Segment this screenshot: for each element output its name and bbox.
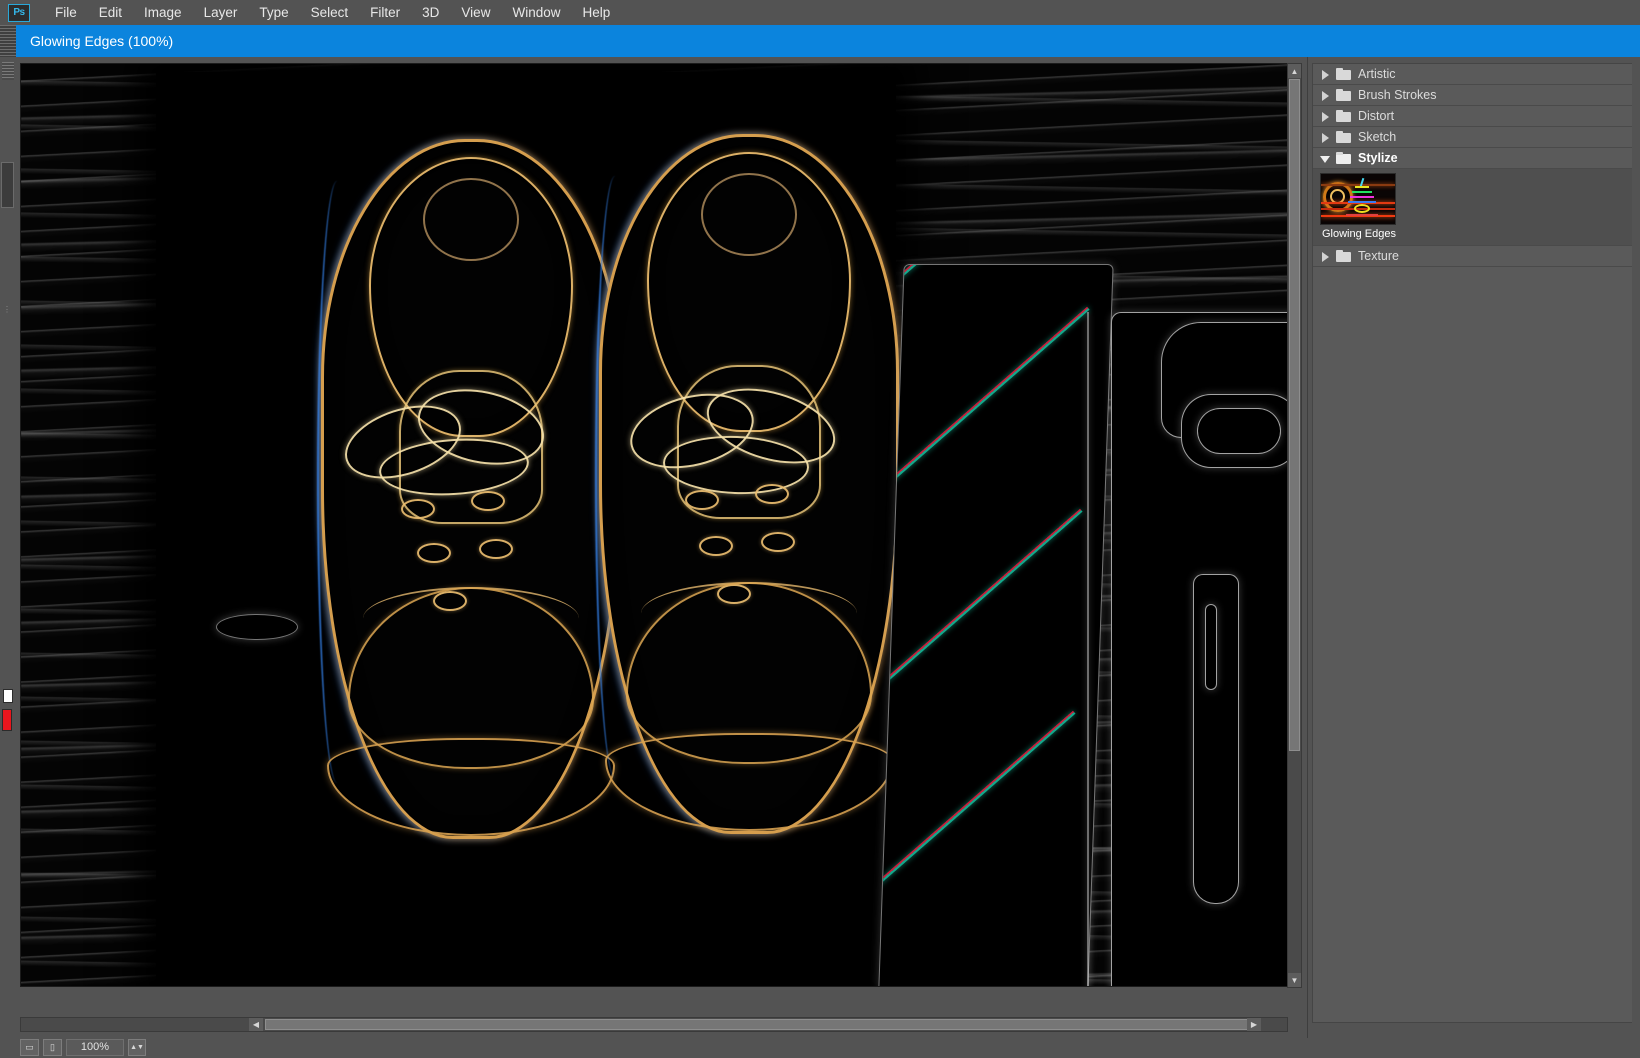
folder-open-icon xyxy=(1336,152,1351,164)
left-shoe-collar-inner xyxy=(423,178,519,261)
menu-layer[interactable]: Layer xyxy=(193,1,249,24)
document-title: Glowing Edges (100%) xyxy=(16,33,173,49)
right-eyelet-1 xyxy=(685,490,719,510)
headphone-cup-inner xyxy=(1197,408,1281,454)
left-eyelet-2 xyxy=(471,491,505,511)
folder-icon xyxy=(1336,110,1351,122)
zoom-level-value[interactable]: 100% xyxy=(66,1039,124,1056)
chevron-down-icon[interactable] xyxy=(1320,153,1331,164)
right-eyelet-4 xyxy=(761,532,795,552)
folder-icon xyxy=(1336,89,1351,101)
filter-category-stylize[interactable]: Stylize xyxy=(1313,148,1637,169)
canvas-vertical-scrollbar[interactable]: ▲ ▼ xyxy=(1287,63,1302,988)
right-shoe-collar-inner xyxy=(701,173,797,256)
filter-category-label: Distort xyxy=(1358,106,1394,127)
folder-icon xyxy=(1336,68,1351,80)
vertical-scroll-thumb[interactable] xyxy=(1289,79,1300,751)
zoom-stepper-icon[interactable]: ▲▼ xyxy=(128,1039,146,1056)
filtered-artwork xyxy=(21,64,1288,987)
chevron-right-icon[interactable] xyxy=(1320,111,1331,122)
menu-filter[interactable]: Filter xyxy=(359,1,411,24)
filter-thumb-glowing-edges[interactable]: Glowing Edges xyxy=(1320,173,1398,240)
scroll-right-arrow[interactable]: ▶ xyxy=(1247,1018,1261,1031)
rail-dots-icon: ⋮ xyxy=(3,307,12,317)
menu-image[interactable]: Image xyxy=(133,1,193,24)
chevron-right-icon[interactable] xyxy=(1320,90,1331,101)
scroll-up-arrow[interactable]: ▲ xyxy=(1288,64,1301,78)
background-color-swatch[interactable] xyxy=(2,709,12,731)
folder-icon xyxy=(1336,131,1351,143)
filter-category-artistic[interactable]: Artistic xyxy=(1313,64,1637,85)
menu-window[interactable]: Window xyxy=(501,1,571,24)
shelf-edge-line xyxy=(1087,312,1089,987)
right-eyelet-2 xyxy=(755,484,789,504)
stylize-filter-thumbnails: Glowing Edges xyxy=(1313,169,1637,246)
menu-bar: Ps File Edit Image Layer Type Select Fil… xyxy=(0,0,1640,25)
right-shoe-sole xyxy=(605,733,893,831)
horizontal-scroll-thumb[interactable] xyxy=(265,1019,1261,1030)
filter-gallery-panel: Artistic Brush Strokes Distort Sketch St… xyxy=(1307,57,1640,1038)
fill-screen-icon[interactable]: ▯ xyxy=(43,1039,62,1056)
left-shoe xyxy=(321,139,621,839)
scroll-down-arrow[interactable]: ▼ xyxy=(1288,973,1301,987)
rail-grip-icon[interactable] xyxy=(2,62,14,80)
chevron-right-icon[interactable] xyxy=(1320,251,1331,262)
filter-category-distort[interactable]: Distort xyxy=(1313,106,1637,127)
filter-category-sketch[interactable]: Sketch xyxy=(1313,127,1637,148)
menu-help[interactable]: Help xyxy=(571,1,621,24)
left-eyelet-1 xyxy=(401,499,435,519)
filter-thumbnail-image xyxy=(1320,173,1396,225)
filter-category-label: Brush Strokes xyxy=(1358,85,1437,106)
filter-category-label: Artistic xyxy=(1358,64,1396,85)
filter-category-list: Artistic Brush Strokes Distort Sketch St… xyxy=(1312,63,1637,1023)
filter-category-label: Texture xyxy=(1358,246,1399,267)
canvas-status-bar: ▭ ▯ 100% ▲▼ xyxy=(20,1036,1288,1058)
menu-type[interactable]: Type xyxy=(248,1,299,24)
small-oval-object xyxy=(216,614,298,640)
left-eyelet-3 xyxy=(417,543,451,563)
filter-category-label: Stylize xyxy=(1358,148,1398,169)
panel-right-gutter xyxy=(1632,57,1640,1038)
striped-tie xyxy=(878,264,1113,987)
menu-edit[interactable]: Edit xyxy=(88,1,133,24)
tools-rail: ⋮ xyxy=(0,57,16,1038)
panel-grip-icon[interactable] xyxy=(0,25,16,57)
menu-3d[interactable]: 3D xyxy=(411,1,450,24)
left-shoe-sole xyxy=(327,738,615,836)
chevron-right-icon[interactable] xyxy=(1320,69,1331,80)
left-eyelet-4 xyxy=(479,539,513,559)
right-eyelet-3 xyxy=(699,536,733,556)
menu-view[interactable]: View xyxy=(450,1,501,24)
menu-select[interactable]: Select xyxy=(300,1,360,24)
document-title-bar: Glowing Edges (100%) xyxy=(0,25,1640,57)
chevron-right-icon[interactable] xyxy=(1320,132,1331,143)
image-canvas[interactable] xyxy=(20,63,1288,987)
filter-thumb-label: Glowing Edges xyxy=(1320,225,1398,240)
filter-category-texture[interactable]: Texture xyxy=(1313,246,1637,267)
pen-clip xyxy=(1205,604,1217,690)
photoshop-logo-icon[interactable]: Ps xyxy=(8,4,30,22)
filter-category-brush-strokes[interactable]: Brush Strokes xyxy=(1313,85,1637,106)
scroll-left-arrow[interactable]: ◀ xyxy=(249,1018,263,1031)
menu-file[interactable]: File xyxy=(44,1,88,24)
foreground-color-swatch[interactable] xyxy=(3,689,13,703)
filter-category-label: Sketch xyxy=(1358,127,1396,148)
rail-tool-button[interactable] xyxy=(1,162,14,208)
canvas-area: ▲ ▼ ◀ ▶ ▭ ▯ 100% ▲▼ xyxy=(16,57,1304,1038)
right-shoe xyxy=(599,134,899,834)
fit-screen-icon[interactable]: ▭ xyxy=(20,1039,39,1056)
canvas-horizontal-scrollbar[interactable]: ◀ ▶ xyxy=(20,1017,1288,1032)
folder-icon xyxy=(1336,250,1351,262)
